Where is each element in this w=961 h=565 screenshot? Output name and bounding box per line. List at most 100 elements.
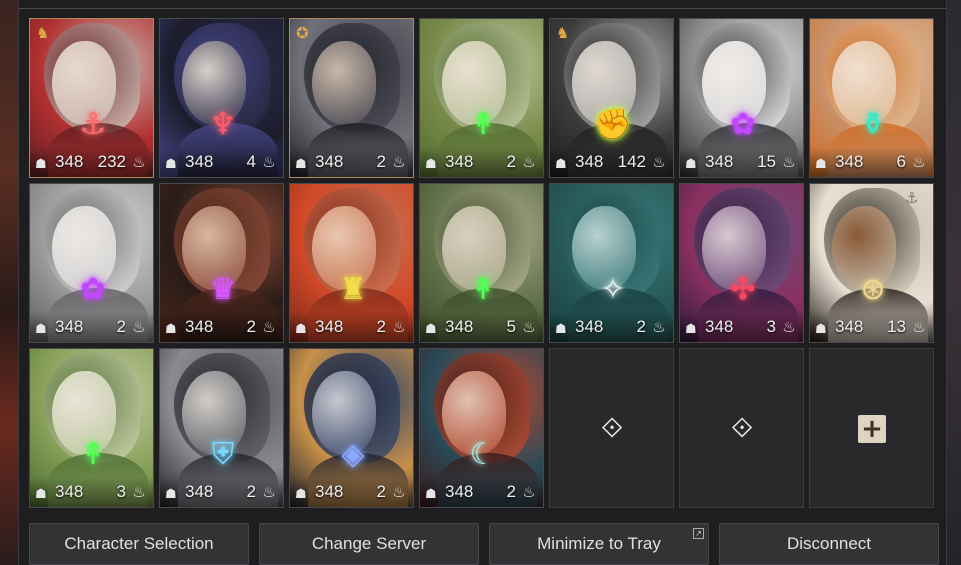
diamond-arrow-icon: ⟐ — [730, 411, 754, 444]
rest-bonus-value: 2 — [636, 317, 646, 336]
character-card[interactable]: ⊛ ⚓ ☗ 348 13 ♨ — [809, 183, 934, 343]
item-level-icon: ☗ — [685, 157, 697, 172]
character-card[interactable]: ◈ ☗ 348 2 ♨ — [289, 348, 414, 508]
item-level-icon: ☗ — [425, 157, 437, 172]
rest-bonus-icon: ♨ — [652, 318, 666, 336]
item-level: 348 — [835, 317, 864, 336]
item-level-icon: ☗ — [295, 322, 307, 337]
diamond-arrow-icon: ⟐ — [600, 411, 624, 444]
class-emblem-icon: ◈ — [341, 437, 365, 472]
change-server-button[interactable]: Change Server — [259, 523, 479, 565]
rest-bonus-icon: ♨ — [912, 318, 926, 336]
class-emblem-icon: ↟ — [470, 272, 496, 307]
character-card[interactable]: ✊ ♞ ☗ 348 142 ♨ — [549, 18, 674, 178]
character-card[interactable]: ⛨ ☗ 348 2 ♨ — [159, 348, 284, 508]
character-card-footer: ☗ 348 6 ♨ — [810, 147, 933, 177]
item-level-icon: ☗ — [35, 487, 47, 502]
character-card[interactable]: ⚱ ☗ 348 6 ♨ — [809, 18, 934, 178]
character-card-footer: ☗ 348 2 ♨ — [30, 312, 153, 342]
item-level-icon: ☗ — [815, 322, 827, 337]
character-card-footer: ☗ 348 13 ♨ — [810, 312, 933, 342]
character-card[interactable]: ♆ ☗ 348 4 ♨ — [159, 18, 284, 178]
character-card[interactable]: ♛ ☗ 348 2 ♨ — [159, 183, 284, 343]
character-card-footer: ☗ 348 4 ♨ — [160, 147, 283, 177]
gold-medal-icon: ✪ — [296, 24, 309, 42]
character-selection-button[interactable]: Character Selection — [29, 523, 249, 565]
character-card[interactable]: ↟ ☗ 348 5 ♨ — [419, 183, 544, 343]
character-card-footer: ☗ 348 5 ♨ — [420, 312, 543, 342]
class-emblem-icon: ✿ — [730, 107, 756, 142]
class-emblem-icon: ☾ — [469, 437, 497, 472]
character-card[interactable]: ✿ ☗ 348 2 ♨ — [29, 183, 154, 343]
item-level-icon: ☗ — [295, 487, 307, 502]
character-card[interactable]: ✣ ☗ 348 3 ♨ — [679, 183, 804, 343]
background-right-edge — [947, 0, 961, 565]
party-icon: ♞ — [556, 24, 570, 42]
rest-bonus-value: 2 — [246, 482, 256, 501]
rest-bonus-icon: ♨ — [782, 153, 796, 171]
rest-bonus-icon: ♨ — [522, 153, 536, 171]
rest-bonus-value: 2 — [116, 317, 126, 336]
rest-bonus-value: 232 — [97, 152, 126, 171]
character-card-footer: ☗ 348 15 ♨ — [680, 147, 803, 177]
item-level-icon: ☗ — [425, 487, 437, 502]
class-emblem-icon: ✣ — [730, 272, 756, 307]
class-emblem-icon: ✧ — [600, 272, 626, 307]
item-level: 348 — [315, 482, 344, 501]
character-card[interactable]: ☾ ☗ 348 2 ♨ — [419, 348, 544, 508]
item-level: 348 — [55, 317, 84, 336]
class-emblem-icon: ♆ — [209, 107, 237, 142]
item-level-icon: ☗ — [35, 157, 47, 172]
character-card[interactable]: ↟ ☗ 348 3 ♨ — [29, 348, 154, 508]
anchor-icon: ⚓ — [905, 189, 919, 207]
character-card-footer: ☗ 348 2 ♨ — [160, 477, 283, 507]
rest-bonus-value: 15 — [757, 152, 776, 171]
empty-character-slot[interactable]: ⟐ — [679, 348, 804, 508]
character-card[interactable]: ♜ ☗ 348 2 ♨ — [289, 183, 414, 343]
item-level: 348 — [185, 152, 214, 171]
character-card[interactable]: ⚓ ♞ ☗ 348 232 ♨ — [29, 18, 154, 178]
party-icon: ♞ — [36, 24, 50, 42]
rest-bonus-value: 3 — [766, 317, 776, 336]
item-level-icon: ☗ — [35, 322, 47, 337]
rest-bonus-value: 2 — [376, 317, 386, 336]
character-card[interactable]: ✧ ☗ 348 2 ♨ — [549, 183, 674, 343]
item-level: 348 — [55, 152, 84, 171]
panel-divider — [19, 8, 946, 9]
plus-icon: + — [858, 415, 886, 443]
item-level: 348 — [835, 152, 864, 171]
character-card-footer: ☗ 348 2 ♨ — [160, 312, 283, 342]
item-level: 348 — [185, 317, 214, 336]
item-level: 348 — [315, 317, 344, 336]
character-card[interactable]: ✿ ☗ 348 15 ♨ — [679, 18, 804, 178]
rest-bonus-icon: ♨ — [132, 153, 146, 171]
rest-bonus-icon: ♨ — [782, 318, 796, 336]
character-card[interactable]: ↟ ☗ 348 2 ♨ — [419, 18, 544, 178]
rest-bonus-icon: ♨ — [522, 483, 536, 501]
rest-bonus-icon: ♨ — [522, 318, 536, 336]
rest-bonus-value: 2 — [506, 152, 516, 171]
class-emblem-icon: ⚱ — [860, 107, 886, 142]
disconnect-button[interactable]: Disconnect — [719, 523, 939, 565]
character-card-footer: ☗ 348 3 ♨ — [680, 312, 803, 342]
character-card[interactable]: ✪ ☗ 348 2 ♨ — [289, 18, 414, 178]
item-level-icon: ☗ — [685, 322, 697, 337]
add-character-slot[interactable]: + — [809, 348, 934, 508]
rest-bonus-value: 2 — [376, 152, 386, 171]
class-emblem-icon: ♜ — [339, 272, 367, 307]
empty-character-slot[interactable]: ⟐ — [549, 348, 674, 508]
minimize-to-tray-button[interactable]: Minimize to Tray ↗ — [489, 523, 709, 565]
class-emblem-icon: ↟ — [470, 107, 496, 142]
class-emblem-icon: ↟ — [80, 437, 106, 472]
rest-bonus-value: 6 — [896, 152, 906, 171]
item-level: 348 — [315, 152, 344, 171]
item-level: 348 — [55, 482, 84, 501]
character-card-footer: ☗ 348 2 ♨ — [290, 312, 413, 342]
item-level-icon: ☗ — [815, 157, 827, 172]
rest-bonus-value: 3 — [116, 482, 126, 501]
rest-bonus-icon: ♨ — [132, 483, 146, 501]
item-level-icon: ☗ — [295, 157, 307, 172]
item-level-icon: ☗ — [165, 487, 177, 502]
rest-bonus-icon: ♨ — [392, 318, 406, 336]
rest-bonus-icon: ♨ — [912, 153, 926, 171]
